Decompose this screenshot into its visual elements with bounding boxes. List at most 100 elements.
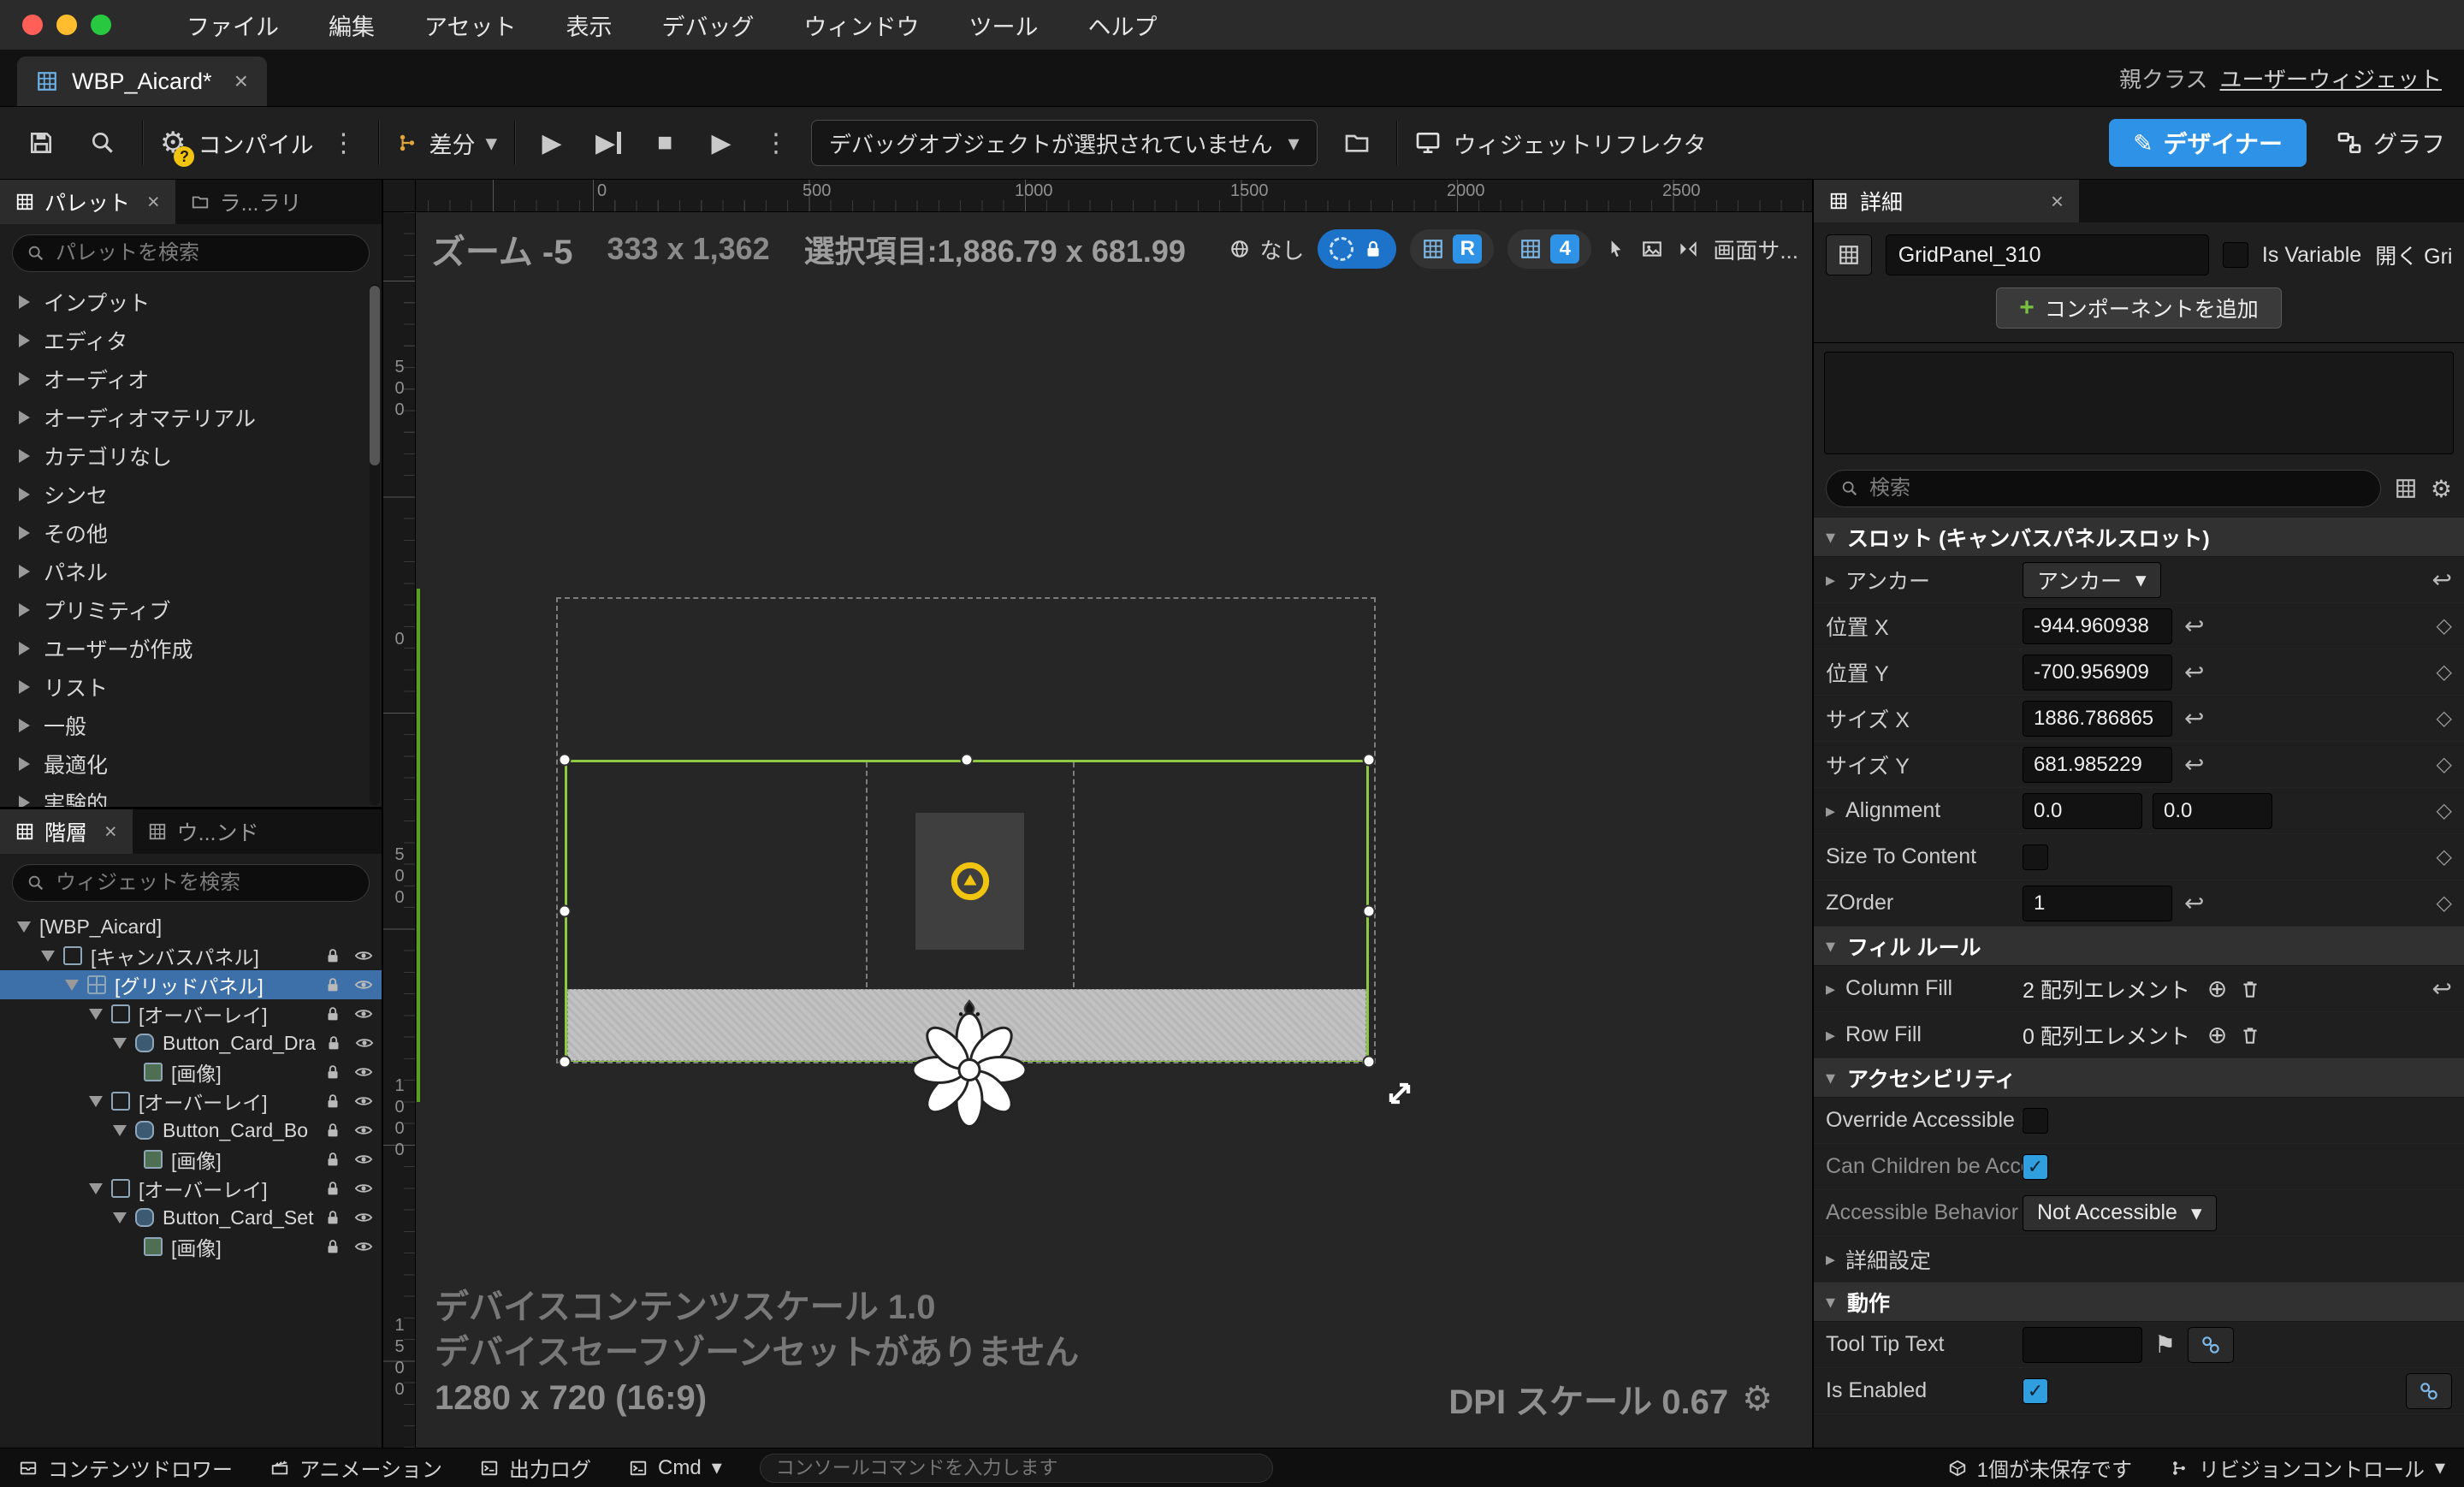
- compile-button[interactable]: ⚙ ? コンパイル ⋮: [160, 126, 361, 160]
- visibility-eye-icon[interactable]: [355, 1034, 374, 1052]
- zorder-input[interactable]: [2023, 886, 2172, 921]
- section-expander-icon[interactable]: ▾: [1826, 1291, 1835, 1313]
- dpi-settings-gear-icon[interactable]: ⚙: [1742, 1379, 1773, 1419]
- alignment-y-input[interactable]: [2153, 793, 2272, 829]
- component-tree-area[interactable]: [1824, 352, 2454, 454]
- tab-hierarchy[interactable]: 階層 ×: [0, 809, 133, 854]
- lock-icon[interactable]: [323, 1150, 342, 1169]
- tree-row-grid-panel[interactable]: [グリッドパネル]: [0, 970, 382, 999]
- tab-wbp-aicard[interactable]: WBP_Aicard* ×: [17, 56, 267, 106]
- hierarchy-search-input[interactable]: [56, 871, 355, 895]
- lock-icon[interactable]: [323, 1208, 342, 1227]
- property-binding-diamond-icon[interactable]: ◇: [2437, 844, 2452, 869]
- anchor-dropdown[interactable]: アンカー ▾: [2023, 562, 2161, 598]
- debug-object-dropdown[interactable]: デバッグオブジェクトが選択されていません ▾: [811, 120, 1318, 166]
- tree-row-image[interactable]: [画像]: [0, 1057, 382, 1087]
- tree-row-image[interactable]: [画像]: [0, 1232, 382, 1261]
- palette-category[interactable]: オーディオマテリアル: [0, 398, 382, 436]
- menu-view[interactable]: 表示: [566, 9, 612, 42]
- section-expander-icon[interactable]: ▾: [1826, 935, 1835, 957]
- section-expander-icon[interactable]: ▾: [1826, 526, 1835, 548]
- section-expander-icon[interactable]: ▾: [1826, 1067, 1835, 1089]
- revision-control-button[interactable]: リビジョンコントロール ▾: [2170, 1453, 2445, 1483]
- resolution-toggle-group[interactable]: R: [1410, 229, 1494, 269]
- localization-preview-dropdown[interactable]: なし: [1229, 234, 1304, 265]
- save-button[interactable]: [19, 121, 63, 165]
- browse-debug-object-button[interactable]: [1335, 121, 1379, 165]
- safe-zone-lock-toggle[interactable]: [1318, 229, 1396, 269]
- hierarchy-tab-close-icon[interactable]: ×: [104, 820, 117, 844]
- expander-icon[interactable]: [41, 951, 55, 962]
- section-accessibility[interactable]: ▾ アクセシビリティ: [1814, 1058, 2464, 1098]
- play-advance-button[interactable]: ▶: [589, 123, 628, 163]
- palette-category[interactable]: エディタ: [0, 321, 382, 359]
- reset-to-default-icon[interactable]: ↩: [2184, 612, 2204, 640]
- palette-search-input[interactable]: [56, 241, 355, 265]
- expander-icon[interactable]: [89, 1096, 103, 1107]
- menu-asset[interactable]: アセット: [424, 9, 516, 42]
- visibility-eye-icon[interactable]: [354, 1150, 373, 1169]
- palette-category[interactable]: 実験的: [0, 783, 382, 807]
- widget-name-input[interactable]: [1886, 234, 2209, 275]
- unsaved-assets-button[interactable]: 1個が未保存です: [1948, 1453, 2132, 1483]
- visibility-eye-icon[interactable]: [354, 1063, 373, 1081]
- row-expander-icon[interactable]: ▸: [1826, 978, 1835, 1000]
- tree-row-root[interactable]: [WBP_Aicard]: [0, 912, 382, 941]
- expander-icon[interactable]: [113, 1212, 127, 1223]
- visibility-eye-icon[interactable]: [354, 1121, 373, 1140]
- reset-to-default-icon[interactable]: ↩: [2184, 750, 2204, 779]
- palette-scrollbar[interactable]: [370, 284, 380, 805]
- expander-icon[interactable]: [113, 1125, 127, 1136]
- palette-category[interactable]: オーディオ: [0, 359, 382, 398]
- alignment-x-input[interactable]: [2023, 793, 2142, 829]
- visibility-eye-icon[interactable]: [354, 975, 373, 994]
- section-fill-rules[interactable]: ▾ フィル ルール: [1814, 927, 2464, 966]
- clear-array-icon[interactable]: [2239, 1024, 2261, 1046]
- visibility-eye-icon[interactable]: [354, 1179, 373, 1198]
- accessible-behavior-dropdown[interactable]: Not Accessible ▾: [2023, 1195, 2217, 1231]
- grid-snap-size[interactable]: 4: [1550, 234, 1579, 264]
- menu-tools[interactable]: ツール: [968, 9, 1038, 42]
- tab-wind[interactable]: ウ...ンド: [133, 809, 275, 854]
- lock-icon[interactable]: [323, 946, 342, 965]
- row-expander-icon[interactable]: ▸: [1826, 569, 1835, 591]
- cmd-dropdown[interactable]: Cmd ▾: [629, 1455, 722, 1480]
- parent-class-link[interactable]: ユーザーウィジェット: [2220, 62, 2442, 94]
- expander-icon[interactable]: [113, 1038, 127, 1049]
- expander-icon[interactable]: [19, 680, 30, 694]
- property-binding-diamond-icon[interactable]: ◇: [2437, 613, 2452, 638]
- lock-icon[interactable]: [323, 1237, 342, 1256]
- size-to-content-checkbox[interactable]: [2023, 844, 2048, 870]
- reset-to-default-icon[interactable]: ↩: [2432, 566, 2452, 594]
- tab-library[interactable]: ラ...ラリ: [175, 180, 317, 224]
- expander-icon[interactable]: [89, 1183, 103, 1194]
- add-component-button[interactable]: + コンポーネントを追加: [1996, 287, 2282, 329]
- resize-handle-bottom-left[interactable]: [559, 1056, 572, 1069]
- can-children-accessible-checkbox[interactable]: ✓: [2023, 1154, 2048, 1180]
- lock-icon[interactable]: [324, 1034, 343, 1052]
- anchor-flower-widget[interactable]: [905, 1006, 1034, 1139]
- override-accessible-checkbox[interactable]: [2023, 1108, 2048, 1134]
- reset-to-default-icon[interactable]: ↩: [2184, 889, 2204, 917]
- row-expander-icon[interactable]: ▸: [1826, 1248, 1835, 1271]
- expander-icon[interactable]: [65, 980, 79, 991]
- visibility-eye-icon[interactable]: [354, 1004, 373, 1023]
- launch-button[interactable]: ▶: [702, 123, 741, 163]
- palette-category[interactable]: カテゴリなし: [0, 436, 382, 475]
- cursor-tool-button[interactable]: [1605, 238, 1627, 260]
- play-button[interactable]: ▶: [532, 123, 572, 163]
- expander-icon[interactable]: [19, 565, 30, 578]
- expander-icon[interactable]: [19, 603, 30, 617]
- lock-icon[interactable]: [323, 1179, 342, 1198]
- expander-icon[interactable]: [19, 411, 30, 424]
- is-variable-checkbox[interactable]: [2223, 242, 2248, 268]
- card-widget-preview[interactable]: [915, 813, 1024, 950]
- preview-background-button[interactable]: [1641, 238, 1663, 260]
- tree-row-button-card-bo[interactable]: Button_Card_Bo: [0, 1116, 382, 1145]
- palette-category[interactable]: パネル: [0, 552, 382, 590]
- tab-details[interactable]: 詳細 ×: [1814, 180, 2079, 222]
- bind-tooltip-button[interactable]: [2188, 1327, 2234, 1363]
- resize-handle-top-center[interactable]: [961, 754, 974, 767]
- localize-flag-icon[interactable]: ⚑: [2154, 1330, 2176, 1359]
- tree-row-canvas-panel[interactable]: [キャンバスパネル]: [0, 941, 382, 970]
